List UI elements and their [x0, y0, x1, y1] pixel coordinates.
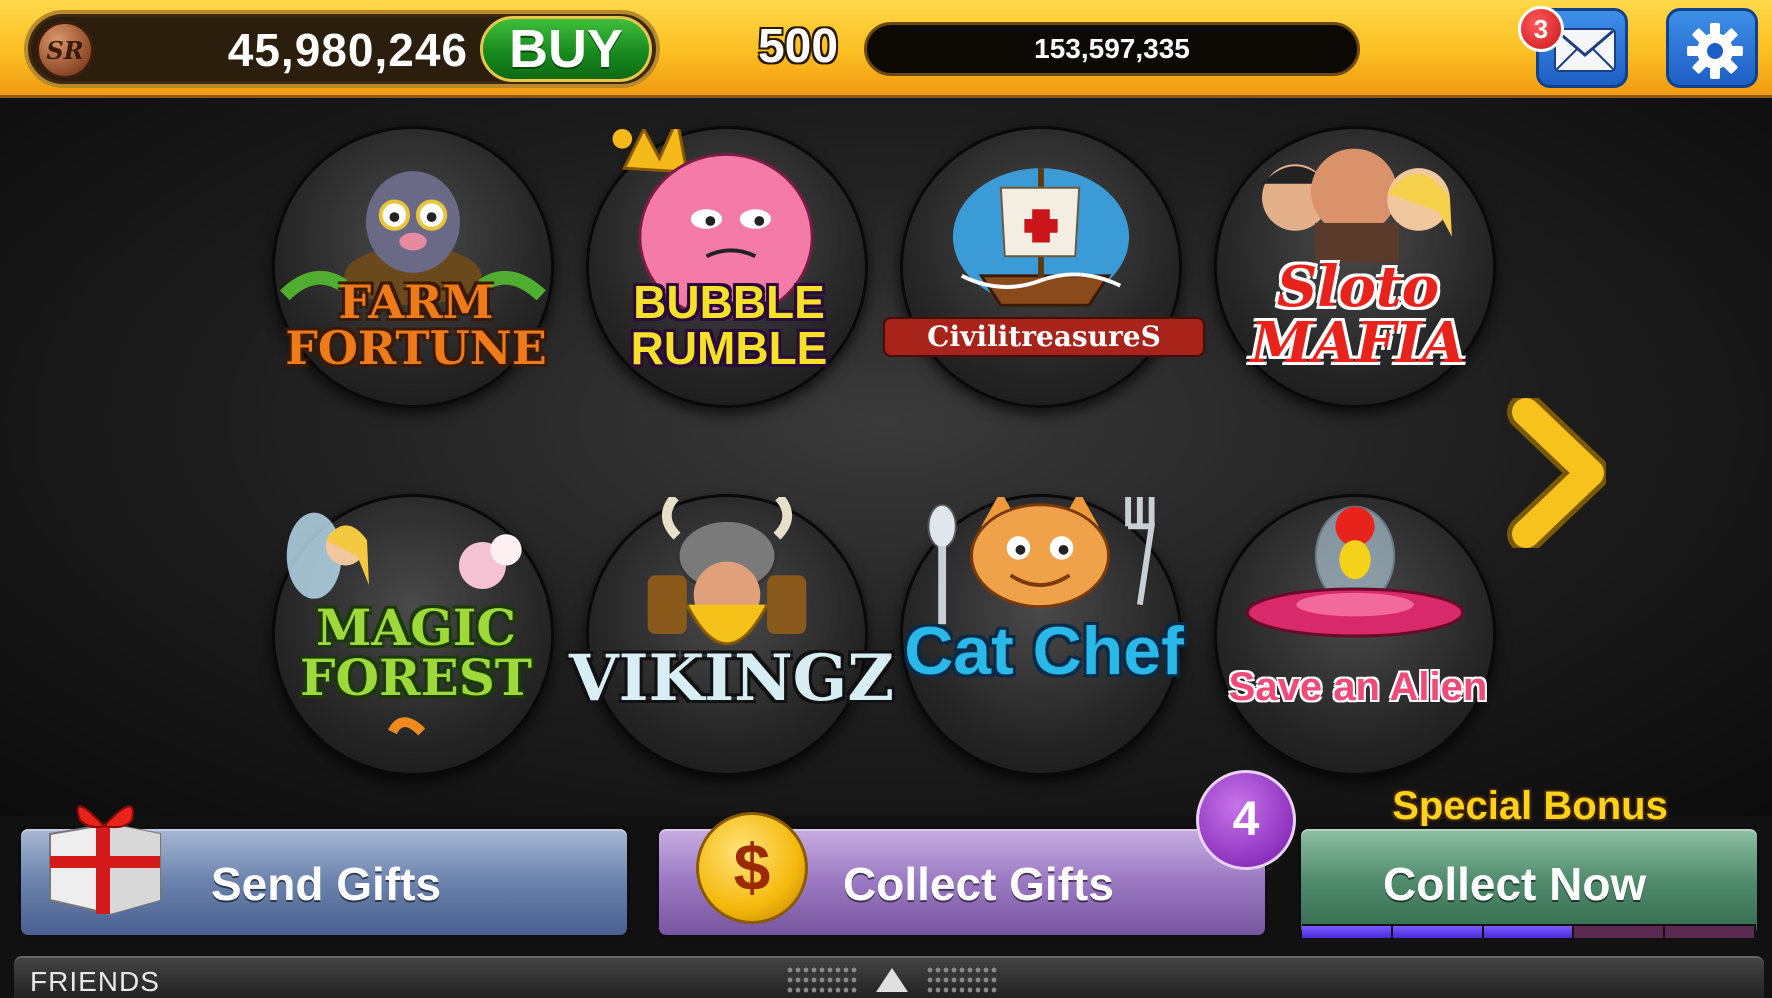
send-gifts-label: Send Gifts: [211, 858, 442, 910]
xp-value: 153,597,335: [1034, 33, 1190, 64]
game-tile-bubble-rumble[interactable]: BUBBLE RUMBLE: [586, 126, 868, 408]
settings-button[interactable]: [1666, 8, 1758, 88]
drawer-handle-icon[interactable]: [784, 962, 1004, 998]
collect-gifts-count-badge: 4: [1196, 770, 1296, 870]
gift-box-icon: [49, 805, 161, 916]
game-title: VIKINGZ: [569, 641, 895, 716]
game-tile-save-an-alien[interactable]: Save an Alien: [1214, 494, 1496, 776]
friends-label: FRIENDS: [30, 966, 160, 997]
inbox-count-badge: 3: [1518, 6, 1564, 52]
dollar-coin-icon: $: [696, 812, 808, 924]
player-avatar[interactable]: SR: [36, 21, 94, 79]
game-title: Sloto MAFIA: [1250, 254, 1466, 376]
game-tile-farm-fortune[interactable]: FARM FORTUNE: [272, 126, 554, 408]
game-title: CivilitreasureS: [883, 317, 1205, 357]
bonus-progress-segment: [1483, 926, 1575, 938]
coin-balance-panel: SR 45,980,246 BUY: [24, 10, 660, 88]
bonus-progress-segment: [1574, 926, 1666, 938]
game-title: Save an Alien: [1228, 665, 1488, 709]
collect-now-button[interactable]: Collect Now: [1298, 826, 1760, 938]
player-level: 500: [757, 20, 839, 73]
viking-icon: [647, 497, 807, 646]
next-page-arrow-icon[interactable]: [1506, 398, 1606, 548]
bonus-progress-bar: [1302, 924, 1756, 938]
ship-icon: [952, 168, 1130, 307]
game-title: BUBBLE RUMBLE: [630, 276, 828, 374]
bonus-progress-segment: [1392, 926, 1484, 938]
collect-now-label: Collect Now: [1383, 858, 1647, 910]
game-title: FARM FORTUNE: [285, 275, 547, 375]
bonus-progress-segment: [1302, 926, 1393, 938]
special-bonus-label: Special Bonus: [1392, 784, 1668, 828]
game-tile-magic-forest[interactable]: MAGIC FOREST: [272, 494, 554, 776]
buy-button[interactable]: BUY: [480, 16, 652, 82]
gear-icon: [1687, 23, 1743, 79]
coin-balance: 45,980,246: [227, 24, 468, 76]
top-bar: SR 45,980,246 BUY 500 153,597,335 3: [0, 0, 1772, 98]
xp-progress-bar: 153,597,335: [864, 22, 1360, 76]
game-tile-sloto-mafia[interactable]: Sloto MAFIA: [1214, 126, 1496, 408]
friends-drawer[interactable]: FRIENDS: [14, 956, 1764, 998]
ufo-icon: [1245, 505, 1465, 638]
game-tile-vikingz[interactable]: VIKINGZ: [569, 494, 894, 776]
game-title: MAGIC FOREST: [299, 598, 533, 707]
game-tile-cat-chef[interactable]: Cat Chef: [900, 494, 1184, 776]
collect-gifts-label: Collect Gifts: [843, 858, 1114, 910]
bonus-progress-segment: [1665, 926, 1756, 938]
game-tile-civilitreasures[interactable]: CivilitreasureS: [883, 126, 1205, 408]
game-title: Cat Chef: [904, 613, 1184, 689]
